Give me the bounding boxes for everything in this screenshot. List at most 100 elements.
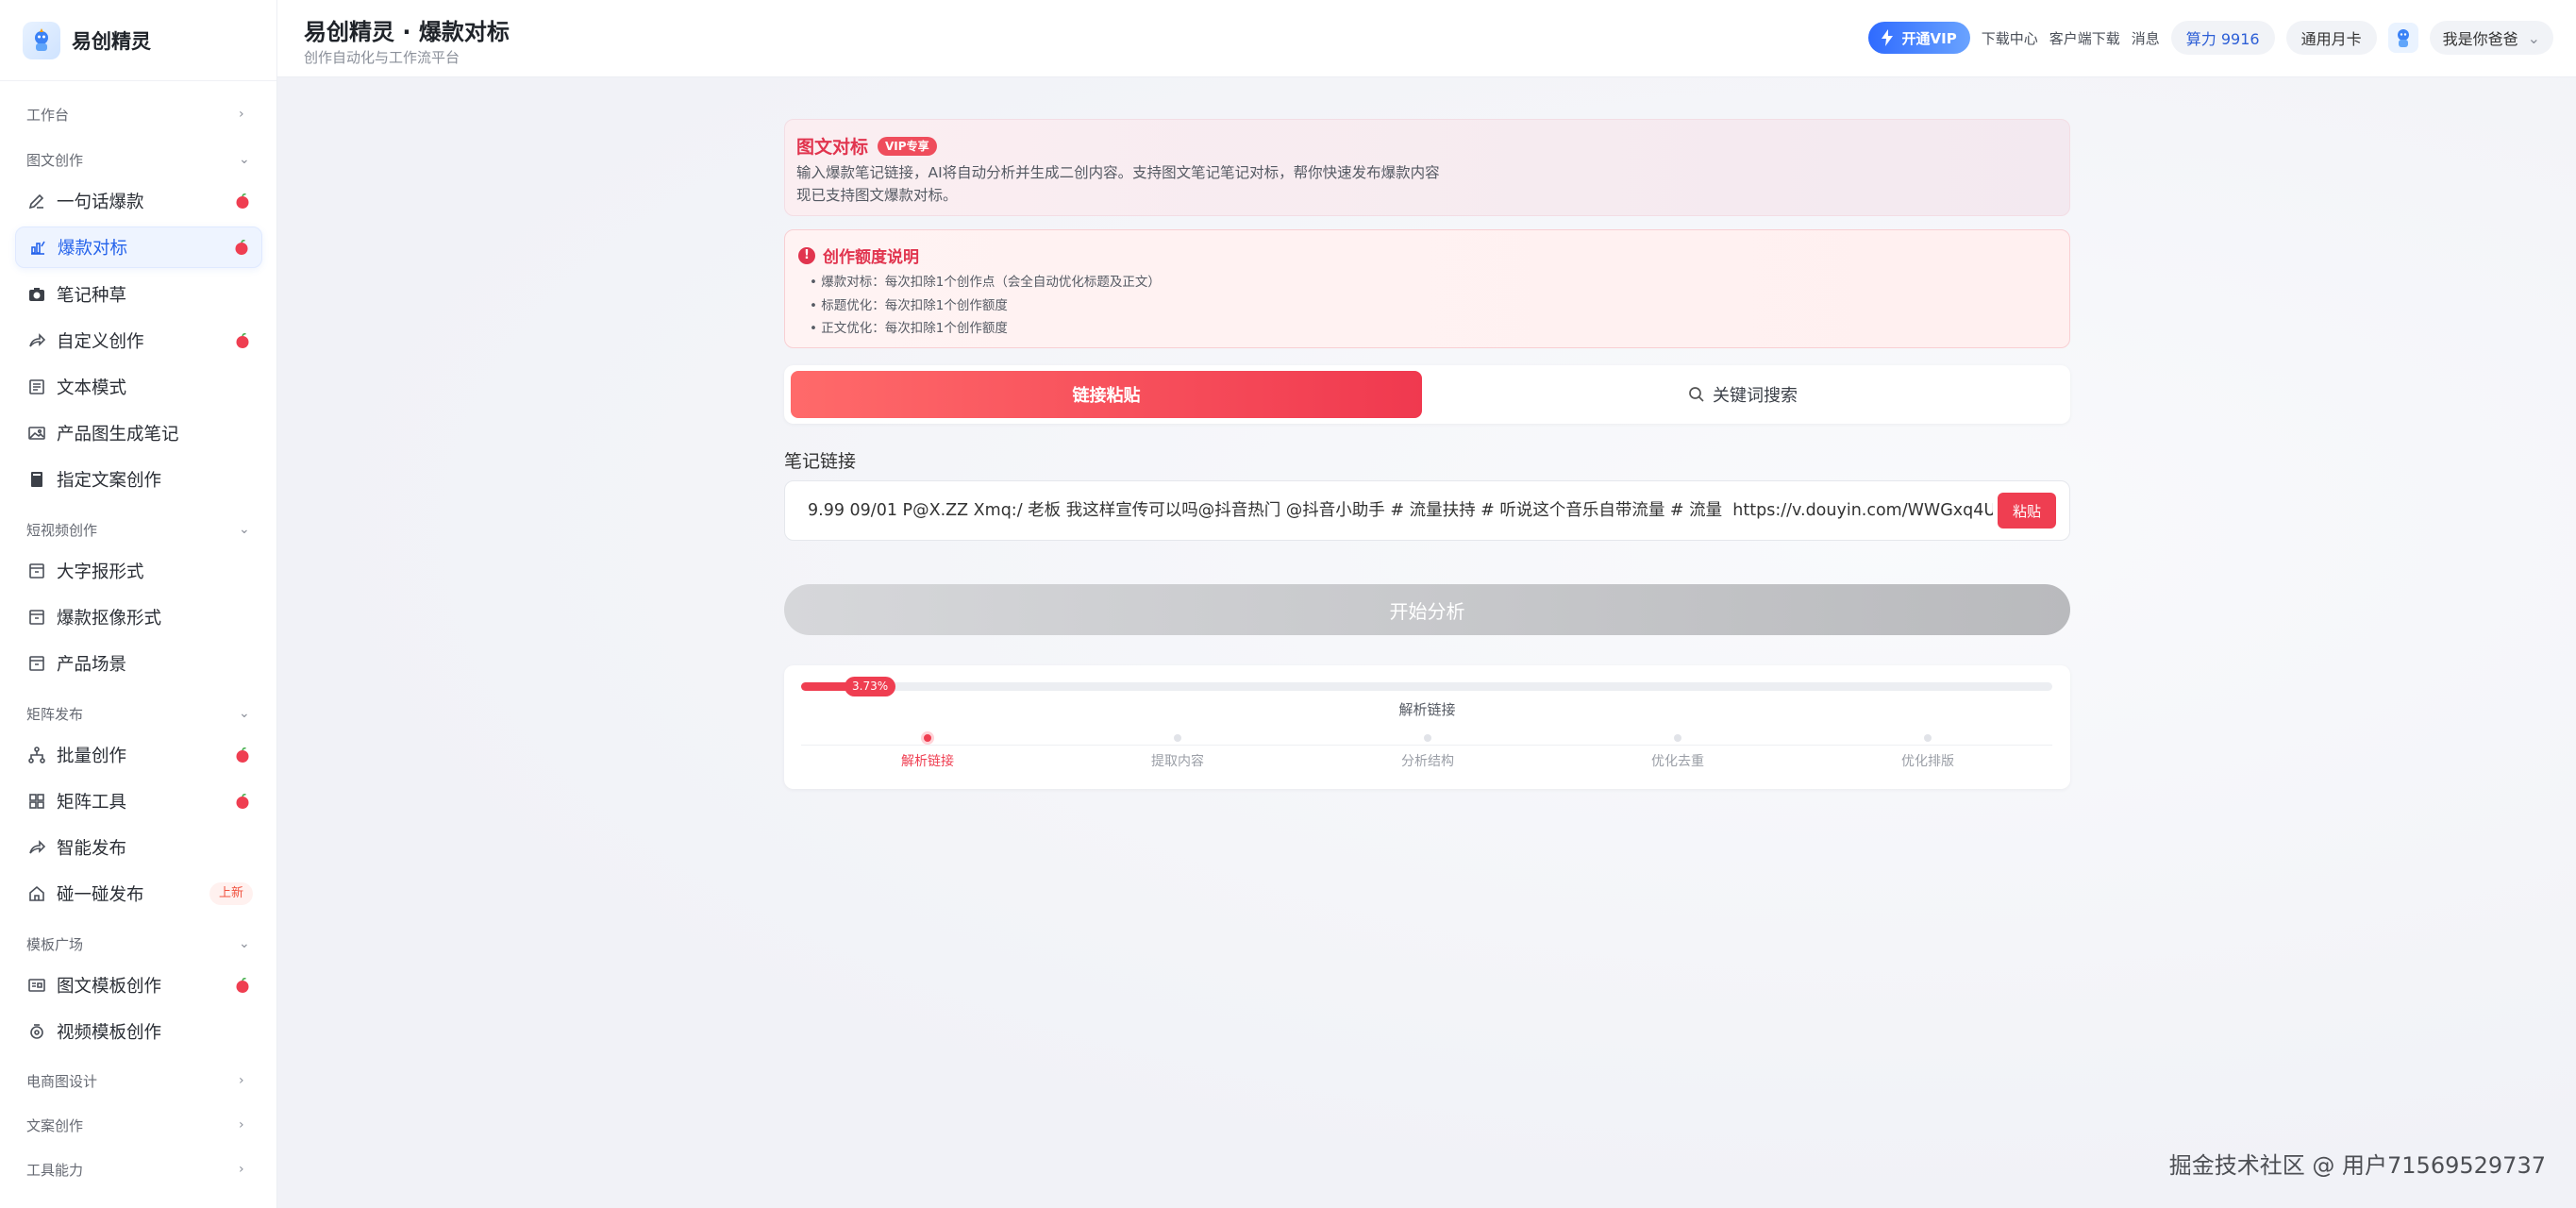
download-center-link[interactable]: 下载中心: [1982, 28, 2038, 48]
sidebar-item-assigned-copy[interactable]: 指定文案创作: [15, 459, 262, 500]
open-vip-button[interactable]: 开通VIP: [1867, 22, 1970, 54]
sidebar-group-label: 矩阵发布: [26, 705, 84, 723]
user-name: 我是你爸爸: [2442, 30, 2518, 48]
lightning-icon: [1881, 29, 1893, 46]
sidebar-group-short-video[interactable]: 短视频创作 ⌄: [26, 515, 252, 544]
header-actions: 开通VIP 下载中心 客户端下载 消息 算力 9916 通用月卡 我是你爸爸 ⌄: [1867, 19, 2553, 57]
apple-icon: [236, 332, 249, 348]
avatar[interactable]: [2387, 23, 2418, 53]
brand-name: 易创精灵: [72, 29, 151, 53]
sidebar-item-big-poster[interactable]: 大字报形式: [15, 550, 262, 592]
step-analyze-structure: 分析结构: [1333, 734, 1522, 770]
chevron-down-icon: ⌄: [239, 152, 250, 167]
page-title: 易创精灵 · 爆款对标: [304, 19, 510, 45]
archive-icon: [26, 607, 47, 628]
new-badge: 上新: [209, 882, 253, 905]
sidebar-item-smart-publish[interactable]: 智能发布: [15, 827, 262, 868]
step-label: 优化去重: [1651, 754, 1704, 769]
sidebar-group-copywriting[interactable]: 文案创作 ›: [26, 1111, 252, 1139]
sidebar-group-label: 短视频创作: [26, 521, 98, 539]
sidebar-item-tap-publish[interactable]: 碰一碰发布 上新: [15, 873, 262, 914]
quota-line: • 标题优化：每次扣除1个创作额度: [810, 298, 1008, 313]
sidebar-group-image-text[interactable]: 图文创作 ⌄: [26, 145, 252, 174]
sidebar-item-label: 笔记种草: [57, 286, 127, 306]
quota-title: ! 创作额度说明: [798, 243, 919, 267]
progress-percent-badge: 3.73%: [845, 677, 896, 696]
watermark: 掘金技术社区 @ 用户71569529737: [2168, 1152, 2546, 1179]
sidebar-group-templates[interactable]: 模板广场 ⌄: [26, 930, 252, 958]
step-label: 分析结构: [1401, 754, 1454, 769]
apple-icon: [236, 193, 249, 209]
step-extract-content: 提取内容: [1083, 734, 1272, 770]
intro-card: 图文对标 VIP专享 输入爆款笔记链接，AI将自动分析并生成二创内容。支持图文笔…: [784, 119, 2070, 216]
intro-title-text: 图文对标: [796, 137, 869, 158]
progress-bar: 3.73%: [801, 677, 2052, 696]
step-label: 优化排版: [1901, 754, 1954, 769]
step-dot: [1674, 734, 1681, 742]
sidebar: 易创精灵 工作台 › 图文创作 ⌄ 一句话爆款 爆款对标 笔记种草 自定义创作 …: [0, 0, 277, 1208]
apple-icon: [236, 977, 249, 993]
quota-line: • 爆款对标：每次扣除1个创作点（会全自动优化标题及正文）: [810, 275, 1161, 290]
tab-link-paste[interactable]: 链接粘贴: [791, 371, 1422, 418]
sidebar-item-product-image-note[interactable]: 产品图生成笔记: [15, 412, 262, 454]
plan-badge[interactable]: 通用月卡: [2285, 21, 2377, 55]
chevron-down-icon: ⌄: [239, 706, 250, 721]
paste-button[interactable]: 粘贴: [1998, 493, 2056, 528]
sidebar-item-label: 大字报形式: [57, 562, 144, 582]
sidebar-group-tools[interactable]: 工具能力 ›: [26, 1155, 252, 1183]
sidebar-item-label: 文本模式: [57, 378, 127, 398]
sidebar-item-note-seeding[interactable]: 笔记种草: [15, 274, 262, 315]
chevron-down-icon: ⌄: [2527, 28, 2540, 47]
sidebar-item-label: 碰一碰发布: [57, 885, 144, 905]
sidebar-item-cutout[interactable]: 爆款抠像形式: [15, 596, 262, 638]
sidebar-group-matrix[interactable]: 矩阵发布 ⌄: [26, 699, 252, 728]
step-parse-link: 解析链接: [833, 731, 1022, 770]
note-link-field: 粘贴: [784, 480, 2070, 541]
step-dot: [1174, 734, 1181, 742]
document-icon: [26, 377, 47, 397]
sidebar-item-batch-create[interactable]: 批量创作: [15, 734, 262, 776]
compute-power-badge[interactable]: 算力 9916: [2170, 21, 2275, 55]
sidebar-group-label: 电商图设计: [26, 1072, 98, 1090]
sidebar-item-hot-benchmark[interactable]: 爆款对标: [15, 226, 262, 268]
intro-title: 图文对标 VIP专享: [796, 133, 937, 159]
warning-icon: !: [798, 246, 815, 264]
note-link-input[interactable]: [808, 481, 1993, 540]
step-dedupe: 优化去重: [1583, 734, 1772, 770]
step-layout: 优化排版: [1833, 734, 2022, 770]
sidebar-item-label: 爆款对标: [58, 239, 128, 259]
top-header: 易创精灵 · 爆款对标 创作自动化与工作流平台 开通VIP 下载中心 客户端下载…: [277, 0, 2576, 77]
step-dot: [1924, 734, 1932, 742]
grid-icon: [26, 791, 47, 812]
network-icon: [26, 745, 47, 765]
sidebar-group-label: 工作台: [26, 106, 70, 124]
sidebar-item-video-template[interactable]: 视频模板创作: [15, 1011, 262, 1052]
chart-icon: [27, 237, 48, 258]
tab-keyword-search[interactable]: 关键词搜索: [1422, 371, 2064, 418]
start-analysis-button[interactable]: 开始分析: [784, 584, 2070, 635]
sidebar-item-one-sentence[interactable]: 一句话爆款: [15, 180, 262, 222]
quota-title-text: 创作额度说明: [823, 248, 919, 267]
sidebar-item-text-mode[interactable]: 文本模式: [15, 366, 262, 408]
apple-icon: [236, 793, 249, 809]
sidebar-group-workbench[interactable]: 工作台 ›: [26, 100, 252, 128]
input-mode-tabs: 链接粘贴 关键词搜索: [784, 365, 2070, 424]
chevron-right-icon: ›: [239, 1073, 244, 1088]
sidebar-item-label: 爆款抠像形式: [57, 609, 162, 629]
sidebar-item-label: 自定义创作: [57, 332, 144, 352]
share-icon: [26, 837, 47, 858]
sidebar-item-label: 矩阵工具: [57, 793, 127, 813]
brand[interactable]: 易创精灵: [0, 0, 276, 81]
sidebar-item-product-scene[interactable]: 产品场景: [15, 643, 262, 684]
sidebar-item-custom-create[interactable]: 自定义创作: [15, 320, 262, 361]
sidebar-item-label: 视频模板创作: [57, 1023, 162, 1043]
home-icon: [26, 883, 47, 904]
sidebar-group-ecommerce[interactable]: 电商图设计 ›: [26, 1066, 252, 1095]
client-download-link[interactable]: 客户端下载: [2049, 28, 2120, 48]
messages-link[interactable]: 消息: [2132, 28, 2160, 48]
chevron-right-icon: ›: [239, 1162, 244, 1177]
user-menu[interactable]: 我是你爸爸 ⌄: [2429, 21, 2553, 55]
sidebar-item-image-template[interactable]: 图文模板创作: [15, 965, 262, 1006]
image-icon: [26, 423, 47, 444]
sidebar-item-matrix-tools[interactable]: 矩阵工具: [15, 780, 262, 822]
